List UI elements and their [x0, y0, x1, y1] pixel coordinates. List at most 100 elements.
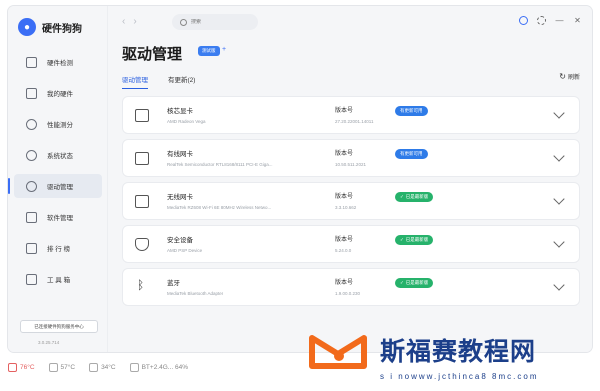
- version-value: 27.20.22001.14011: [335, 119, 374, 124]
- refresh-icon: ↻: [559, 72, 566, 81]
- device-name: 有线网卡: [167, 151, 193, 158]
- sidebar-item-system-status[interactable]: 系统状态: [14, 143, 102, 167]
- driver-row[interactable]: 无线网卡 MediaTek RZ608 Wi-Fi 6E 80MHz Wirel…: [122, 182, 580, 220]
- status-text: 已是最新版: [405, 237, 429, 242]
- refresh-button[interactable]: ↻ 刷新: [559, 72, 580, 81]
- app-version: 3.0.25.714: [38, 340, 60, 345]
- device-name: 无线网卡: [167, 194, 193, 201]
- check-icon: ✓: [400, 237, 404, 242]
- disk-temp-value: 34°C: [101, 363, 116, 371]
- wifi-icon: [135, 195, 149, 208]
- app-logo-icon: ●: [18, 18, 36, 36]
- driver-row[interactable]: 安全设备 AMD PSP Device 版本号 5.24.0.0 ✓ 已是最新版: [122, 225, 580, 263]
- tab-bar: 驱动管理 有更新(2): [122, 74, 195, 89]
- sidebar-item-benchmark[interactable]: 性能测分: [14, 112, 102, 136]
- status-bar: 76°C 57°C 34°C BT+2.4G... 64%: [8, 358, 188, 376]
- apps-icon: [26, 211, 37, 223]
- watermark-text: 斯福赛教程网: [380, 338, 537, 366]
- sidebar-item-label: 系统状态: [47, 153, 73, 160]
- cpu-temp-value: 76°C: [20, 363, 35, 371]
- watermark-logo-icon: [309, 335, 367, 369]
- sidebar-item-label: 软件管理: [47, 215, 73, 222]
- sidebar-item-hardware-detect[interactable]: 硬件检测: [14, 50, 102, 74]
- gear-icon: [537, 16, 546, 25]
- speed-icon: [26, 118, 37, 130]
- refresh-label: 刷新: [567, 75, 580, 81]
- monitor-icon: [26, 56, 37, 68]
- sidebar-item-ranking[interactable]: 排 行 榜: [14, 236, 102, 260]
- beta-badge: 测试版: [198, 46, 220, 56]
- search-box[interactable]: [172, 14, 258, 30]
- device-icon: [26, 87, 37, 99]
- minimize-icon[interactable]: —: [555, 16, 564, 25]
- status-badge[interactable]: 有更新可用: [395, 106, 428, 116]
- sidebar-item-driver-management[interactable]: 驱动管理: [8, 174, 102, 198]
- version-label: 版本号: [335, 151, 354, 157]
- chevron-down-icon[interactable]: [553, 193, 565, 205]
- ranking-icon: [26, 242, 37, 254]
- status-badge: ✓ 已是最新版: [395, 235, 434, 245]
- chevron-down-icon[interactable]: [553, 236, 565, 248]
- version-label: 版本号: [335, 237, 354, 243]
- service-center-button[interactable]: 已连接硬件狗狗服务中心: [20, 320, 98, 333]
- device-desc: AMD Radeon Vega: [167, 119, 206, 124]
- disk-temp-icon: [89, 362, 99, 372]
- sidebar-item-toolbox[interactable]: 工 具 箱: [14, 267, 102, 291]
- version-label: 版本号: [335, 108, 354, 114]
- user-button[interactable]: [519, 16, 528, 25]
- version-label: 版本号: [335, 194, 354, 200]
- user-icon: [519, 16, 528, 25]
- plus-icon: +: [222, 46, 227, 53]
- page-title: 驱动管理: [122, 46, 183, 63]
- window-controls: — ✕: [519, 16, 582, 25]
- driver-row[interactable]: ᛒ 蓝牙 MediaTek Bluetooth Adapter 版本号 1.9.…: [122, 268, 580, 306]
- chevron-down-icon[interactable]: [553, 150, 565, 162]
- chevron-down-icon[interactable]: [553, 279, 565, 291]
- disk-temp: 34°C: [89, 362, 116, 372]
- version-value: 3.3.10.662: [335, 205, 357, 210]
- search-icon: [180, 18, 187, 26]
- battery-status: BT+2.4G... 64%: [129, 362, 188, 372]
- sidebar-item-my-hardware[interactable]: 我的硬件: [14, 81, 102, 105]
- device-desc: RealTek Semiconductor RTL8168/8111 PCI-E…: [167, 162, 273, 167]
- forward-icon[interactable]: ›: [133, 16, 144, 27]
- check-icon: ✓: [400, 280, 404, 285]
- version-label: 版本号: [335, 280, 354, 286]
- driver-row[interactable]: 核芯显卡 AMD Radeon Vega 版本号 27.20.22001.140…: [122, 96, 580, 134]
- check-icon: ✓: [400, 194, 404, 199]
- tab-driver-management[interactable]: 驱动管理: [122, 74, 148, 89]
- status-badge[interactable]: 有更新可用: [395, 149, 428, 159]
- driver-row[interactable]: 有线网卡 RealTek Semiconductor RTL8168/8111 …: [122, 139, 580, 177]
- bluetooth-icon: ᛒ: [137, 278, 145, 292]
- device-name: 安全设备: [167, 237, 193, 244]
- back-icon[interactable]: ‹: [122, 16, 133, 27]
- ethernet-icon: [135, 152, 149, 165]
- gpu-temp-icon: [48, 362, 58, 372]
- gpu-icon: [135, 109, 149, 122]
- driver-list: 核芯显卡 AMD Radeon Vega 版本号 27.20.22001.140…: [122, 96, 580, 311]
- gpu-temp: 57°C: [48, 362, 76, 372]
- shield-icon: [135, 238, 149, 251]
- tab-updates[interactable]: 有更新(2): [168, 74, 195, 89]
- sidebar-item-software[interactable]: 软件管理: [14, 205, 102, 229]
- settings-button[interactable]: [537, 16, 546, 25]
- device-desc: MediaTek Bluetooth Adapter: [167, 291, 224, 296]
- sidebar: ● 硬件狗狗 硬件检测 我的硬件 性能测分 系统状态 驱动管理 软件管理 排 行…: [8, 6, 108, 352]
- app-window: ● 硬件狗狗 硬件检测 我的硬件 性能测分 系统状态 驱动管理 软件管理 排 行…: [8, 6, 592, 352]
- close-icon[interactable]: ✕: [573, 16, 582, 25]
- status-text: 有更新可用: [400, 151, 423, 156]
- sidebar-item-label: 我的硬件: [47, 91, 73, 98]
- device-desc: MediaTek RZ608 Wi-Fi 6E 80MHz Wireless N…: [167, 205, 272, 210]
- driver-icon: [26, 180, 37, 192]
- cpu-temp-icon: [8, 362, 17, 372]
- version-value: 5.24.0.0: [335, 248, 352, 253]
- watermark-url: s i nowww.jcthinca8 8mc.com: [380, 372, 539, 381]
- status-icon: [26, 149, 37, 161]
- battery-icon: [129, 362, 139, 372]
- version-value: 10.50.511.2021: [335, 162, 366, 167]
- sidebar-item-label: 排 行 榜: [47, 246, 71, 253]
- device-desc: AMD PSP Device: [167, 248, 203, 253]
- gpu-temp-value: 57°C: [60, 363, 76, 371]
- chevron-down-icon[interactable]: [553, 107, 565, 119]
- search-input[interactable]: [191, 19, 251, 25]
